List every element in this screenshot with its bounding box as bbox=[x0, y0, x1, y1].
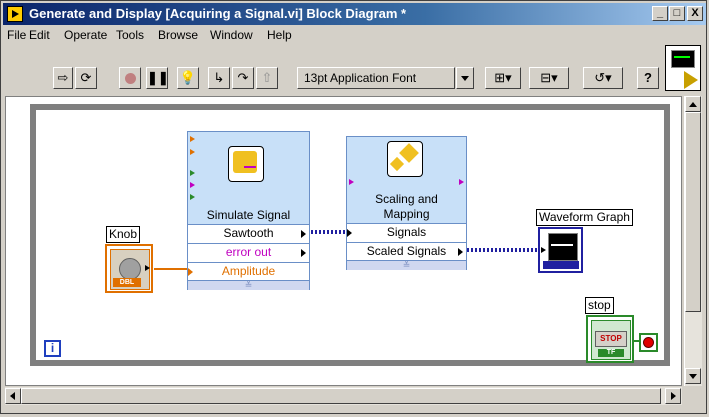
node-title-line2: Mapping bbox=[383, 207, 430, 221]
graph-input-terminal bbox=[541, 247, 546, 253]
stop-type-badge: TF bbox=[598, 349, 624, 357]
block-diagram-window: Generate and Display [Acquiring a Signal… bbox=[0, 0, 707, 414]
input-terminal[interactable] bbox=[190, 136, 195, 142]
vertical-scroll-thumb[interactable] bbox=[685, 112, 701, 312]
expand-chevron[interactable]: ≚ bbox=[347, 260, 466, 270]
horizontal-scroll-thumb[interactable] bbox=[21, 388, 661, 404]
output-terminal[interactable] bbox=[459, 179, 464, 185]
input-terminal[interactable] bbox=[190, 170, 195, 176]
input-terminal[interactable] bbox=[190, 149, 195, 155]
node-title-line1: Scaling and bbox=[375, 192, 438, 206]
simulate-signal-vi[interactable]: Simulate Signal Sawtooth error out Ampli… bbox=[187, 131, 310, 290]
row-label: Scaled Signals bbox=[366, 244, 447, 258]
stop-button-face: STOP bbox=[595, 331, 627, 347]
knob-icon: DBL bbox=[110, 249, 150, 290]
input-terminal[interactable] bbox=[349, 179, 354, 185]
waveform-graph-label[interactable]: Waveform Graph bbox=[536, 209, 633, 226]
knob-output-terminal bbox=[145, 265, 150, 271]
waveform-graph-terminal[interactable] bbox=[538, 227, 583, 273]
graph-type-badge bbox=[543, 261, 579, 269]
input-terminal[interactable] bbox=[190, 194, 195, 200]
graph-screen-icon bbox=[548, 233, 578, 261]
output-error-out[interactable]: error out bbox=[188, 243, 309, 262]
resize-grip[interactable] bbox=[684, 387, 702, 405]
knob-type-badge: DBL bbox=[113, 278, 141, 287]
stop-icon: STOP TF bbox=[591, 320, 631, 360]
expand-chevron[interactable]: ≚ bbox=[188, 280, 309, 290]
conditional-terminal[interactable] bbox=[639, 333, 658, 352]
stop-label[interactable]: stop bbox=[585, 297, 614, 314]
output-sawtooth[interactable]: Sawtooth bbox=[188, 224, 309, 243]
node-title: Simulate Signal bbox=[206, 208, 291, 222]
scroll-down-button[interactable] bbox=[685, 368, 701, 384]
scaling-mapping-vi[interactable]: Scaling and Mapping Signals Scaled Signa… bbox=[346, 136, 467, 270]
input-signals[interactable]: Signals bbox=[347, 223, 466, 242]
knob-label[interactable]: Knob bbox=[106, 226, 141, 243]
scroll-left-button[interactable] bbox=[5, 388, 21, 404]
scroll-up-button[interactable] bbox=[685, 96, 701, 112]
simulate-signal-icon bbox=[228, 146, 264, 182]
output-scaled-signals[interactable]: Scaled Signals bbox=[347, 242, 466, 261]
row-label: Signals bbox=[386, 225, 427, 239]
input-terminal[interactable] bbox=[190, 182, 195, 188]
scaling-icon bbox=[387, 141, 423, 177]
row-label: Sawtooth bbox=[223, 226, 274, 240]
knob-terminal[interactable]: DBL bbox=[105, 244, 153, 293]
row-label: error out bbox=[225, 245, 272, 259]
vertical-scrollbar[interactable] bbox=[684, 96, 702, 386]
scroll-right-button[interactable] bbox=[665, 388, 681, 404]
horizontal-scrollbar[interactable] bbox=[5, 387, 682, 405]
input-amplitude[interactable]: Amplitude bbox=[188, 262, 309, 281]
row-label: Amplitude bbox=[221, 264, 276, 278]
stop-if-true-icon bbox=[643, 337, 654, 348]
stop-terminal[interactable]: STOP TF bbox=[586, 315, 634, 363]
